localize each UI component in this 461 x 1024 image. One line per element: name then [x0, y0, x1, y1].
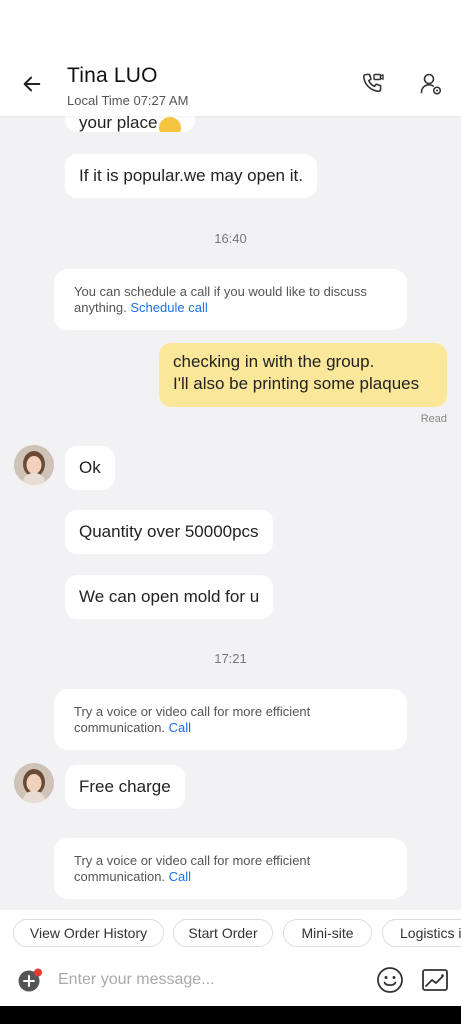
mini-site-button[interactable]: Mini-site [283, 919, 372, 947]
logistics-button[interactable]: Logistics i [382, 919, 461, 947]
time-separator: 16:40 [214, 231, 247, 246]
status-bar [0, 0, 461, 52]
smiley-icon [377, 967, 403, 993]
system-notice-card: Try a voice or video call for more effic… [54, 689, 407, 750]
message-bubble-incoming[interactable]: We can open mold for u [65, 575, 274, 619]
start-order-button[interactable]: Start Order [173, 919, 273, 947]
image-gallery-icon [422, 969, 448, 991]
time-separator: 17:21 [214, 651, 247, 666]
system-notice-card: Try a voice or video call for more effic… [54, 838, 407, 899]
schedule-call-link[interactable]: Schedule call [130, 300, 207, 315]
system-notice-text: Try a voice or video call for more effic… [74, 853, 311, 884]
composer-bar [0, 956, 461, 1006]
quick-actions-bar: View Order History Start Order Mini-site… [0, 910, 461, 956]
phone-video-icon [362, 73, 384, 93]
chat-header: Tina LUO Local Time 07:27 AM [0, 52, 461, 116]
message-text: We can open mold for u [79, 587, 260, 606]
user-settings-icon [420, 73, 442, 95]
emoji-button[interactable] [375, 965, 405, 995]
system-navigation-bar [0, 1006, 461, 1024]
view-order-history-button[interactable]: View Order History [13, 919, 164, 947]
back-button[interactable] [14, 66, 50, 102]
message-text: Ok [79, 458, 101, 477]
call-link[interactable]: Call [169, 869, 191, 884]
message-text: Quantity over 50000pcs [79, 522, 259, 541]
avatar[interactable] [14, 763, 54, 803]
system-notice-card: You can schedule a call if you would lik… [54, 269, 407, 330]
smile-emoji-icon [159, 117, 182, 132]
system-notice-text: Try a voice or video call for more effic… [74, 704, 311, 735]
contact-name[interactable]: Tina LUO [67, 64, 158, 88]
call-button[interactable] [356, 67, 390, 101]
message-text: If it is popular.we may open it. [79, 166, 303, 185]
message-bubble-incoming[interactable]: Quantity over 50000pcs [65, 510, 273, 554]
message-bubble-incoming[interactable]: Free charge [65, 765, 185, 809]
plus-circle-icon [18, 968, 42, 992]
message-bubble-outgoing[interactable]: checking in with the group. I'll also be… [159, 343, 447, 407]
message-text: Free charge [79, 777, 171, 796]
message-text: your place [79, 116, 158, 132]
local-time: Local Time 07:27 AM [67, 93, 189, 108]
message-bubble-incoming[interactable]: Ok [65, 446, 115, 490]
avatar[interactable] [14, 445, 54, 485]
avatar-photo-icon [14, 763, 54, 803]
message-text-line: I'll also be printing some plaques [173, 374, 420, 393]
message-list[interactable]: your place If it is popular.we may open … [0, 116, 461, 910]
system-notice-text: You can schedule a call if you would lik… [74, 284, 367, 315]
read-receipt: Read [420, 413, 447, 425]
arrow-left-icon [23, 76, 41, 92]
call-link[interactable]: Call [169, 720, 191, 735]
message-text-line: checking in with the group. [173, 352, 375, 371]
add-attachment-button[interactable] [17, 968, 42, 992]
message-input[interactable] [58, 966, 358, 994]
message-bubble-incoming[interactable]: your place [65, 116, 196, 132]
avatar-photo-icon [14, 445, 54, 485]
message-bubble-incoming[interactable]: If it is popular.we may open it. [65, 154, 317, 198]
contact-profile-button[interactable] [414, 67, 448, 101]
send-image-button[interactable] [420, 965, 450, 995]
